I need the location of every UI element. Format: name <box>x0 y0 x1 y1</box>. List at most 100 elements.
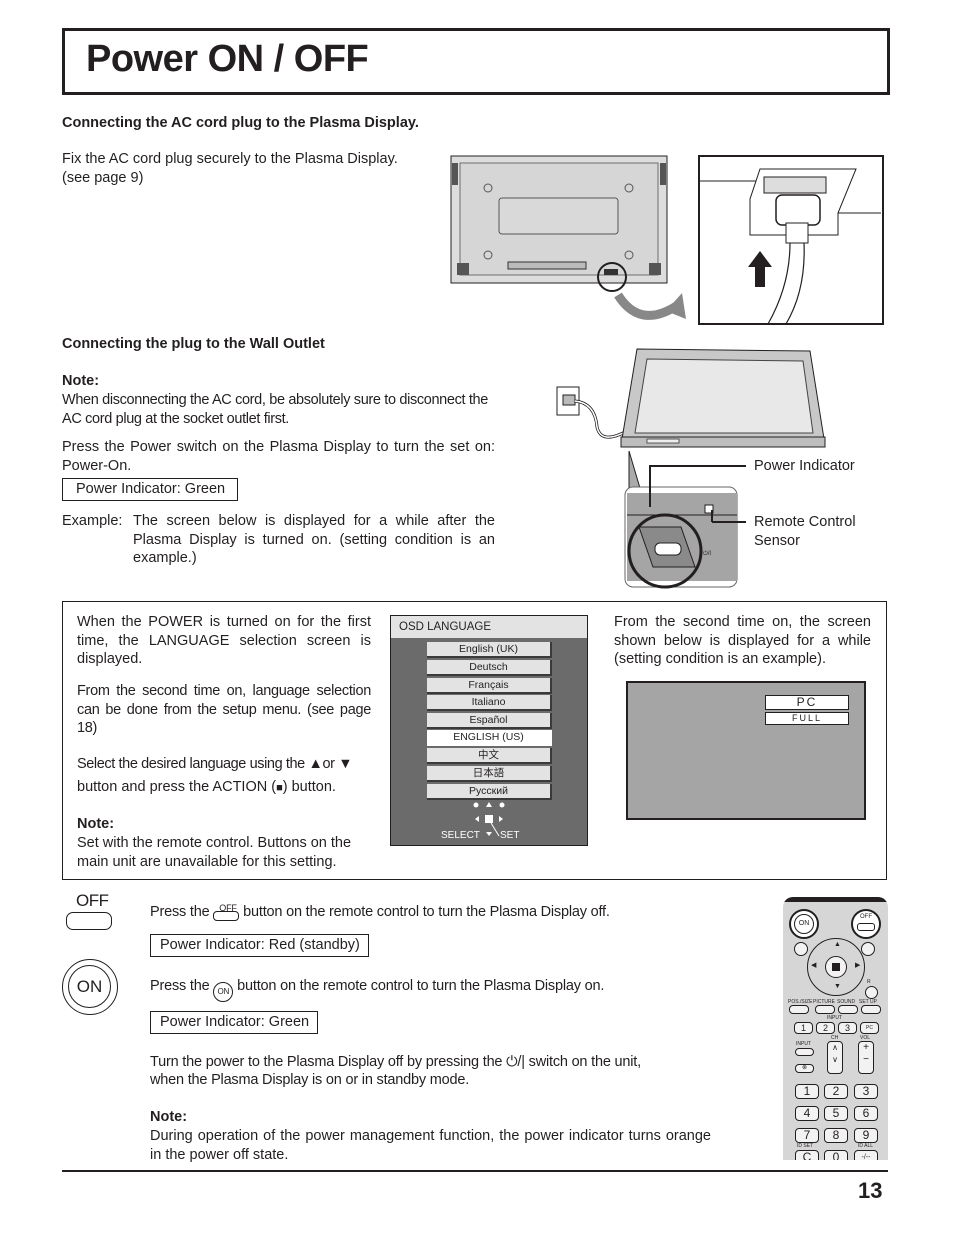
panel-para2: From the second time on, language select… <box>77 683 371 736</box>
unit-switch-instruction: Turn the power to the Plasma Display off… <box>150 1053 641 1072</box>
remote-id-set-label: ID SET <box>797 1143 814 1149</box>
panel-para3-line1: Select the desired language using the ▲o… <box>77 755 377 774</box>
osd-language-option[interactable]: Français <box>427 678 552 694</box>
page-number: 13 <box>858 1178 883 1203</box>
osd-language-option[interactable]: 中文 <box>427 748 552 764</box>
panel-para3-c: ) button. <box>282 779 336 795</box>
osd-language-option[interactable]: Italiano <box>427 695 552 711</box>
remote-id-all-label: ID ALL <box>858 1143 874 1149</box>
remote-input-pc-key[interactable]: PC <box>860 1022 879 1034</box>
osd-language-option-selected[interactable]: ENGLISH (US) <box>427 730 552 746</box>
panel-note-label: Note: <box>77 816 115 832</box>
inline-off-button-icon: OFF <box>213 903 240 921</box>
remote-setup-key[interactable] <box>861 1005 881 1014</box>
remote-input-3-key[interactable]: 3 <box>838 1022 857 1034</box>
remote-digit-key[interactable]: 1 <box>795 1084 819 1099</box>
remote-digit-key[interactable]: 0 <box>824 1150 848 1160</box>
panel-para3-line2: button and press the ACTION (■) button. <box>77 778 336 798</box>
remote-left-round-key[interactable] <box>794 942 808 956</box>
panel-note-text: Set with the remote control. Buttons on … <box>77 835 352 870</box>
on-instruction-a: Press the <box>150 978 210 994</box>
remote-digit-key[interactable]: 7 <box>795 1128 819 1143</box>
remote-on-key[interactable]: ON <box>789 909 819 939</box>
panel-para3-a: Select the desired language using the <box>77 756 305 772</box>
unit-text-b: switch on the unit, <box>528 1054 641 1070</box>
remote-digit-key[interactable]: 3 <box>854 1084 878 1099</box>
osd-language-option[interactable]: English (UK) <box>427 642 552 658</box>
on-icon-label: ON <box>68 965 111 1008</box>
wall-press-text: Press the Power switch on the Plasma Dis… <box>62 439 495 474</box>
unit-text-c: when the Plasma Display is on or in stan… <box>150 1072 470 1088</box>
osd-language-option[interactable]: Español <box>427 713 552 729</box>
plug-inset-illustration <box>698 155 884 325</box>
wall-note-label: Note: <box>62 373 100 389</box>
power-switch-icon: ⏻/| <box>506 1054 525 1070</box>
remote-control-illustration: ON OFF ▲ ▼ ◀ ▶ R POS./SIZE PICTURE SOUND… <box>783 897 888 1160</box>
osd-language-option[interactable]: Русский <box>427 784 552 800</box>
unit-text-a: Turn the power to the Plasma Display off… <box>150 1054 503 1070</box>
remote-input-1-key[interactable]: 1 <box>794 1022 813 1034</box>
remote-dash-key[interactable]: -/-- <box>854 1150 878 1160</box>
remote-digit-key[interactable]: 4 <box>795 1106 819 1121</box>
remote-digit-key[interactable]: 2 <box>824 1084 848 1099</box>
remote-pos-size-key[interactable] <box>789 1005 809 1014</box>
remote-sound-key[interactable] <box>838 1005 858 1014</box>
remote-picture-key[interactable] <box>815 1005 835 1014</box>
remote-right-round-key[interactable] <box>861 942 875 956</box>
panel-para1: When the POWER is turned on for the firs… <box>77 614 371 667</box>
power-indicator-green-label: Power Indicator: Green <box>62 478 239 501</box>
footer-rule <box>62 1170 888 1172</box>
remote-digit-key[interactable]: 8 <box>824 1128 848 1143</box>
power-indicator-callout: Power Indicator <box>754 458 855 474</box>
page-title: Power ON / OFF <box>86 38 369 80</box>
example-label: Example: <box>62 513 123 529</box>
osd-select-label: SELECT <box>441 830 480 841</box>
remote-digit-key[interactable]: 5 <box>824 1106 848 1121</box>
off-instruction: Press the OFF button on the remote contr… <box>150 903 610 922</box>
wall-heading: Connecting the plug to the Wall Outlet <box>62 336 325 352</box>
panel-para3-b: button and press the ACTION ( <box>77 779 277 795</box>
on-instruction: Press the ON button on the remote contro… <box>150 977 604 1002</box>
remote-clear-key[interactable]: C <box>795 1150 819 1160</box>
osd-language-option[interactable]: Deutsch <box>427 660 552 676</box>
ac-heading: Connecting the AC cord plug to the Plasm… <box>62 115 419 131</box>
input-display-screen: PC FULL <box>626 681 866 820</box>
remote-ch-rocker[interactable]: ∧ ∨ <box>827 1041 843 1074</box>
remote-input-key[interactable] <box>795 1048 814 1056</box>
panel-right-text: From the second time on, the screen show… <box>614 614 871 667</box>
remote-input-2-key[interactable]: 2 <box>816 1022 835 1034</box>
power-indicator-green-label-2: Power Indicator: Green <box>150 1011 319 1034</box>
remote-direction-pad[interactable]: ▲ ▼ ◀ ▶ <box>807 938 865 996</box>
remote-mute-key[interactable]: ⊗ <box>795 1064 814 1073</box>
remote-action-key[interactable] <box>825 956 847 978</box>
inline-on-button-icon: ON <box>213 982 234 1002</box>
power-indicator-leader <box>649 465 746 467</box>
panel-para3-or: or <box>322 756 335 772</box>
remote-note-label: Note: <box>150 1109 188 1125</box>
remote-input-group-label: INPUT <box>827 1015 842 1021</box>
osd-language-menu: OSD LANGUAGE English (UK) Deutsch França… <box>390 615 588 846</box>
remote-off-key[interactable]: OFF <box>851 909 881 939</box>
remote-digit-key[interactable]: 6 <box>854 1106 878 1121</box>
unit-power-switch-label: ⏻/I <box>703 550 711 557</box>
off-icon-shape <box>66 912 112 930</box>
aspect-mode-label: FULL <box>765 712 849 725</box>
up-arrow-icon: ▲ <box>308 756 323 772</box>
remote-r-key[interactable] <box>865 986 878 999</box>
remote-digit-key[interactable]: 9 <box>854 1128 878 1143</box>
off-instruction-a: Press the <box>150 904 210 920</box>
ac-line1: Fix the AC cord plug securely to the Pla… <box>62 151 398 167</box>
down-arrow-icon: ▼ <box>338 756 353 772</box>
action-square-icon: ■ <box>276 782 283 794</box>
power-indicator-red-label: Power Indicator: Red (standby) <box>150 934 369 957</box>
power-indicator-leader-v <box>649 465 651 507</box>
on-instruction-b: button on the remote control to turn the… <box>237 978 605 994</box>
osd-language-option[interactable]: 日本語 <box>427 766 552 782</box>
off-instruction-b: button on the remote control to turn the… <box>243 904 610 920</box>
example-text: The screen below is displayed for a whil… <box>133 513 495 566</box>
off-button-icon: OFF <box>66 891 114 933</box>
remote-input-label: INPUT <box>796 1041 811 1047</box>
remote-vol-rocker[interactable]: + − <box>858 1041 874 1074</box>
osd-title: OSD LANGUAGE <box>391 616 587 638</box>
remote-sensor-callout-2: Sensor <box>754 533 800 549</box>
